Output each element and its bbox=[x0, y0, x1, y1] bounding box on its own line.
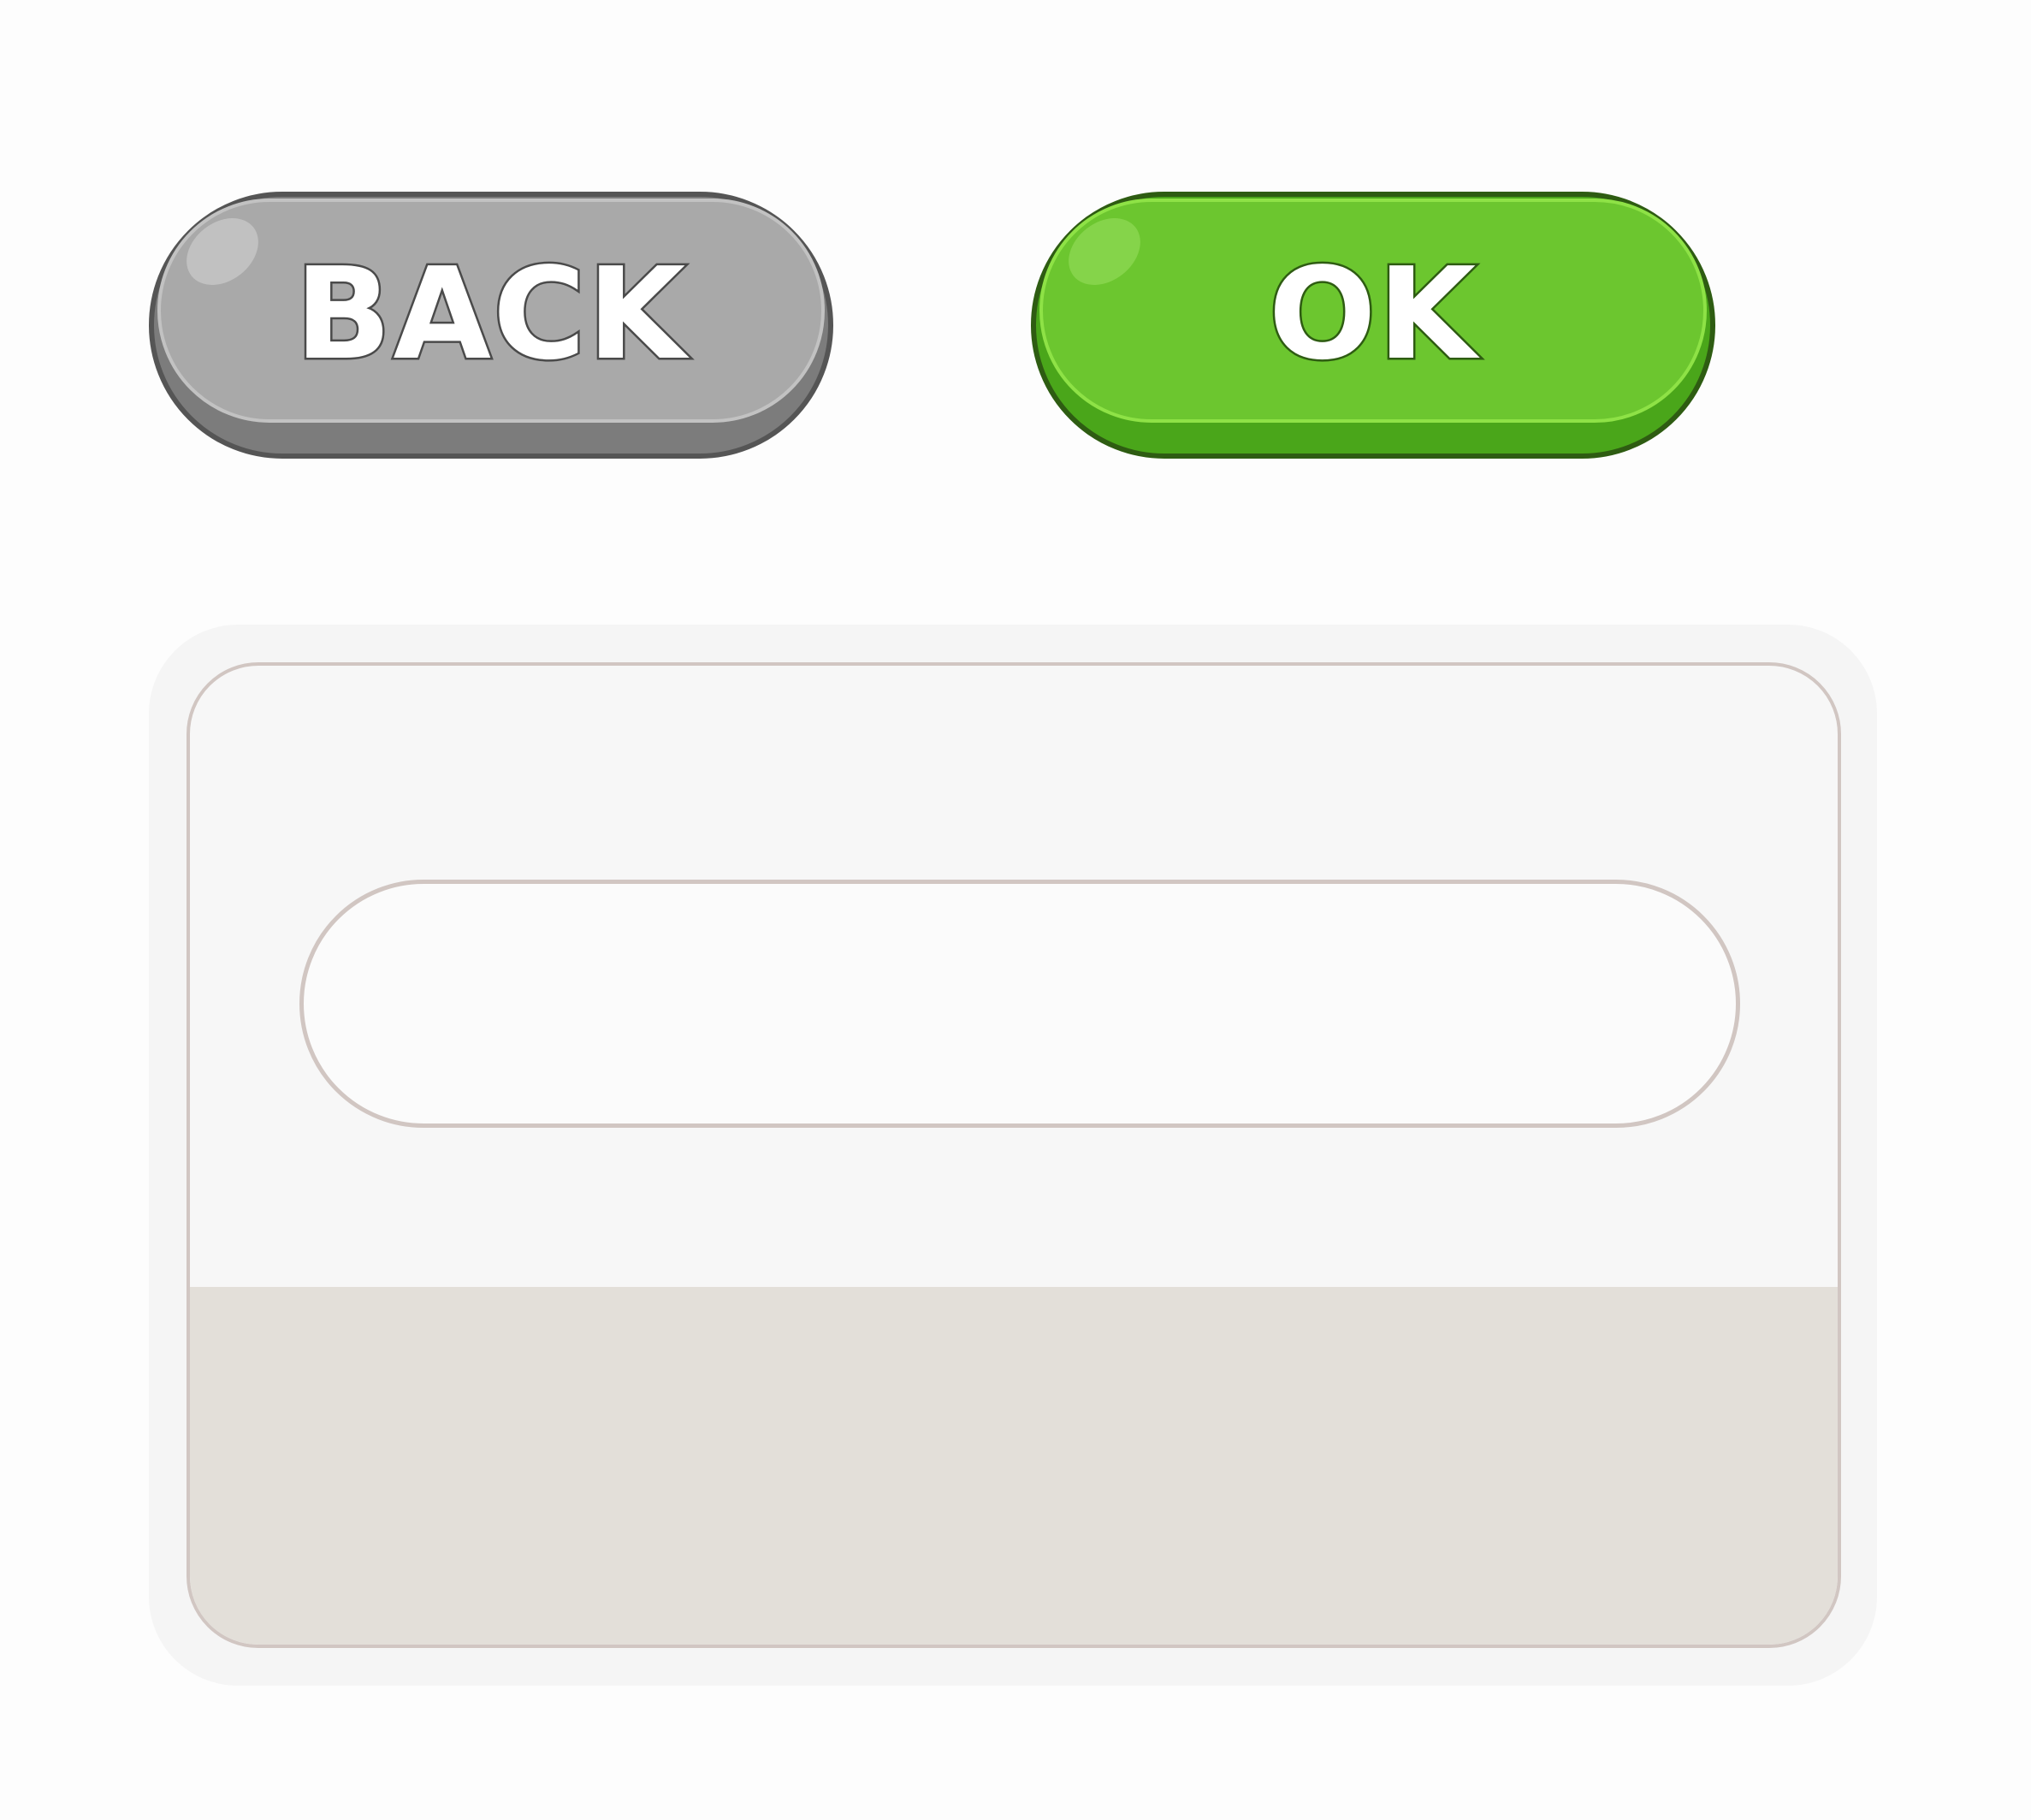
text-input-field[interactable] bbox=[299, 880, 1740, 1128]
dialog-panel bbox=[149, 625, 1877, 1686]
back-button[interactable]: BACK bbox=[149, 192, 833, 459]
back-button-label: BACK bbox=[293, 239, 688, 390]
ok-button-label: OK bbox=[1266, 239, 1478, 390]
dialog-panel-frame bbox=[187, 662, 1841, 1648]
ok-button[interactable]: OK bbox=[1031, 192, 1715, 459]
dialog-panel-footer bbox=[190, 1287, 1838, 1645]
game-dialog-screen: BACK OK bbox=[0, 0, 2031, 1820]
